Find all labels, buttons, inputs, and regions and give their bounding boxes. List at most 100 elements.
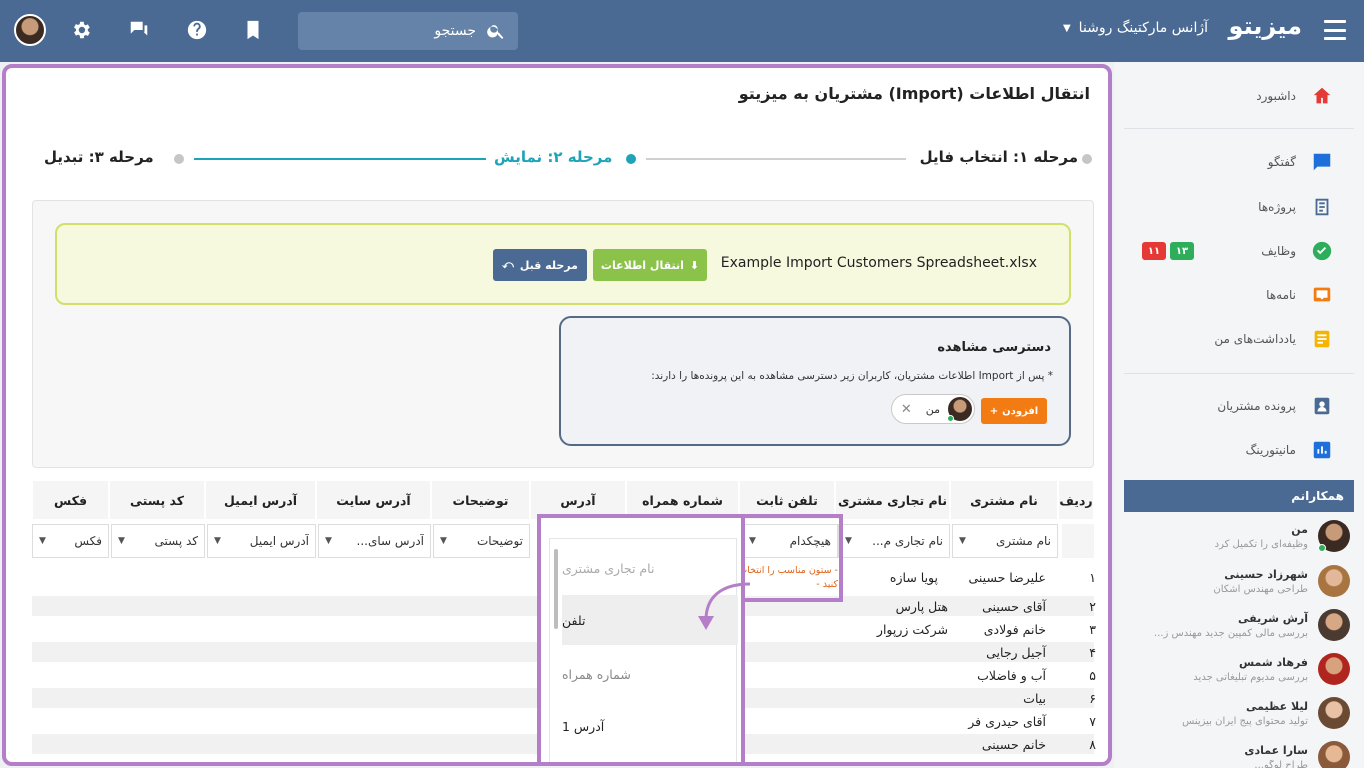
sidebar-item-notes[interactable]: یادداشت‌های من bbox=[1214, 327, 1334, 351]
avatar bbox=[947, 397, 972, 422]
add-user-button[interactable]: افزودن + bbox=[981, 398, 1047, 424]
chat-icon bbox=[1310, 150, 1334, 174]
sidebar-item-label: وظایف bbox=[1261, 244, 1296, 258]
avatar bbox=[1318, 565, 1350, 597]
row-number: ۲ bbox=[1089, 599, 1096, 614]
colleague-name: سارا عمادی bbox=[1244, 743, 1308, 757]
sidebar-item-chat[interactable]: گفتگو bbox=[1268, 150, 1334, 174]
row-number-spacer bbox=[1062, 524, 1094, 558]
colleague-item[interactable]: فرهاد شمس بررسی مدیوم تبلیغاتی جدید bbox=[1125, 653, 1350, 685]
caret-down-icon: ▼ bbox=[959, 536, 966, 546]
customer-name: آقای حسینی bbox=[982, 599, 1046, 614]
chart-icon bbox=[1310, 438, 1334, 462]
sidebar-item-dashboard[interactable]: داشبورد bbox=[1256, 84, 1334, 108]
letter-icon bbox=[1310, 283, 1334, 307]
plus-icon: + bbox=[989, 405, 999, 417]
colleague-name: من bbox=[1291, 522, 1308, 536]
caret-down-icon: ▼ bbox=[440, 536, 447, 546]
step-1-label: مرحله ۱: انتخاب فایل bbox=[919, 148, 1078, 166]
help-icon[interactable] bbox=[184, 17, 210, 43]
gear-icon[interactable] bbox=[68, 17, 94, 43]
sidebar-item-monitoring[interactable]: مانیتورینگ bbox=[1246, 438, 1334, 462]
column-header: نام تجاری مشتری bbox=[835, 480, 950, 520]
sidebar-item-letters[interactable]: نامه‌ها bbox=[1266, 283, 1334, 307]
caret-down-icon: ▼ bbox=[845, 536, 852, 546]
colleague-status: طراحی مهندس اشکان bbox=[1213, 583, 1308, 595]
column-mapping-select[interactable]: آدرس ایمیل ▼ bbox=[207, 524, 316, 558]
mapping-value: آدرس سای... bbox=[356, 534, 424, 548]
import-panel: انتقال اطلاعات (Import) مشتریان به میزیت… bbox=[2, 64, 1112, 766]
colleague-status: بررسی مدیوم تبلیغاتی جدید bbox=[1193, 671, 1308, 683]
column-mapping-select[interactable]: نام مشتری ▼ bbox=[952, 524, 1058, 558]
sidebar-item-customer-files[interactable]: پرونده مشتریان bbox=[1217, 394, 1334, 418]
column-mapping-select[interactable]: کد پستی ▼ bbox=[111, 524, 205, 558]
selected-file-box: Example Import Customers Spreadsheet.xls… bbox=[55, 223, 1071, 305]
previous-step-button[interactable]: مرحله قبل ⤺ bbox=[493, 249, 587, 281]
preview-area: Example Import Customers Spreadsheet.xls… bbox=[32, 200, 1094, 468]
chat-bubbles-icon[interactable] bbox=[126, 17, 152, 43]
hamburger-menu-icon[interactable] bbox=[1324, 20, 1346, 40]
bookmark-icon[interactable] bbox=[240, 17, 266, 43]
colleague-name: فرهاد شمس bbox=[1238, 655, 1308, 669]
search-input[interactable] bbox=[316, 12, 476, 50]
colleagues-header: همکارانم bbox=[1124, 480, 1354, 512]
download-icon: ⬇ bbox=[689, 258, 700, 272]
dropdown-list: نام تجاری مشتری تلفن شماره همراه آدرس 1 bbox=[549, 538, 738, 762]
column-mapping-select[interactable]: فکس ▼ bbox=[32, 524, 109, 558]
row-number: ۵ bbox=[1089, 668, 1096, 683]
sidebar-item-label: نامه‌ها bbox=[1266, 288, 1296, 302]
colleague-name: آرش شریفی bbox=[1238, 611, 1308, 625]
search-icon[interactable] bbox=[486, 21, 506, 41]
customer-name: آب و فاضلاب bbox=[977, 668, 1046, 683]
customer-company: هتل پارس bbox=[895, 599, 948, 614]
colleague-item[interactable]: آرش شریفی بررسی مالی کمپین جدید مهندس ز..… bbox=[1125, 609, 1350, 641]
agency-selector[interactable]: آژانس مارکتینگ روشنا ▼ bbox=[1063, 20, 1208, 36]
step-2-label: مرحله ۲: نمایش bbox=[494, 148, 613, 166]
caret-down-icon: ▼ bbox=[325, 536, 332, 546]
caret-down-icon: ▼ bbox=[39, 536, 46, 546]
column-header: نام مشتری bbox=[950, 480, 1058, 520]
mapping-value: آدرس ایمیل bbox=[249, 534, 309, 548]
column-mapping-select[interactable]: توضیحات ▼ bbox=[433, 524, 530, 558]
dropdown-option[interactable]: آدرس 1 bbox=[562, 701, 738, 751]
sidebar-item-label: مانیتورینگ bbox=[1245, 443, 1296, 457]
column-mapping-select[interactable]: آدرس سای... ▼ bbox=[318, 524, 431, 558]
column-mapping-select[interactable]: نام تجاری م... ▼ bbox=[838, 524, 950, 558]
customer-file-icon bbox=[1310, 394, 1334, 418]
step-1-dot bbox=[1082, 154, 1092, 164]
colleague-status: وظیفه‌ای را تکمیل کرد bbox=[1214, 538, 1308, 550]
task-count-badges: ۱۱ ۱۳ bbox=[1142, 242, 1194, 260]
avatar bbox=[1318, 653, 1350, 685]
caret-down-icon: ▼ bbox=[118, 536, 125, 546]
scrollbar[interactable] bbox=[554, 549, 558, 629]
sidebar-item-label: گفتگو bbox=[1267, 155, 1296, 169]
sidebar-item-label: پرونده مشتریان bbox=[1217, 399, 1296, 413]
user-avatar[interactable] bbox=[14, 14, 46, 46]
dropdown-option[interactable]: شماره همراه bbox=[562, 649, 738, 699]
import-button[interactable]: ⬇ انتقال اطلاعات bbox=[593, 249, 707, 281]
brand-logo[interactable]: میزیتو bbox=[1229, 12, 1302, 40]
avatar bbox=[1318, 520, 1350, 552]
colleague-item[interactable]: من وظیفه‌ای را تکمیل کرد bbox=[1125, 520, 1350, 552]
avatar bbox=[1318, 697, 1350, 729]
sidebar-item-tasks[interactable]: وظایف bbox=[1261, 239, 1334, 263]
online-indicator bbox=[947, 415, 954, 422]
sidebar-item-label: یادداشت‌های من bbox=[1214, 332, 1296, 346]
caret-down-icon: ▼ bbox=[1062, 22, 1071, 34]
access-title: دسترسی مشاهده bbox=[937, 340, 1051, 355]
sidebar-item-projects[interactable]: پروژه‌ها bbox=[1258, 195, 1334, 219]
step-3-label: مرحله ۳: تبدیل bbox=[44, 148, 154, 166]
customer-name: بیات bbox=[1023, 691, 1046, 706]
column-header: فکس bbox=[32, 480, 109, 520]
column-header: آدرس سایت bbox=[316, 480, 431, 520]
close-icon[interactable]: ✕ bbox=[901, 402, 912, 417]
check-circle-icon bbox=[1310, 239, 1334, 263]
divider bbox=[1124, 373, 1354, 374]
colleague-item[interactable]: سارا عمادی طراح لوگو... bbox=[1125, 741, 1350, 768]
colleague-item[interactable]: لیلا عظیمی تولید محتوای پیج ایران بیزینس bbox=[1125, 697, 1350, 729]
customer-company: شرکت زرپوار bbox=[876, 622, 948, 637]
colleague-item[interactable]: شهرزاد حسینی طراحی مهندس اشکان bbox=[1125, 565, 1350, 597]
caret-down-icon: ▼ bbox=[214, 536, 221, 546]
online-indicator bbox=[1318, 544, 1326, 552]
colleague-name: لیلا عظیمی bbox=[1245, 699, 1308, 713]
